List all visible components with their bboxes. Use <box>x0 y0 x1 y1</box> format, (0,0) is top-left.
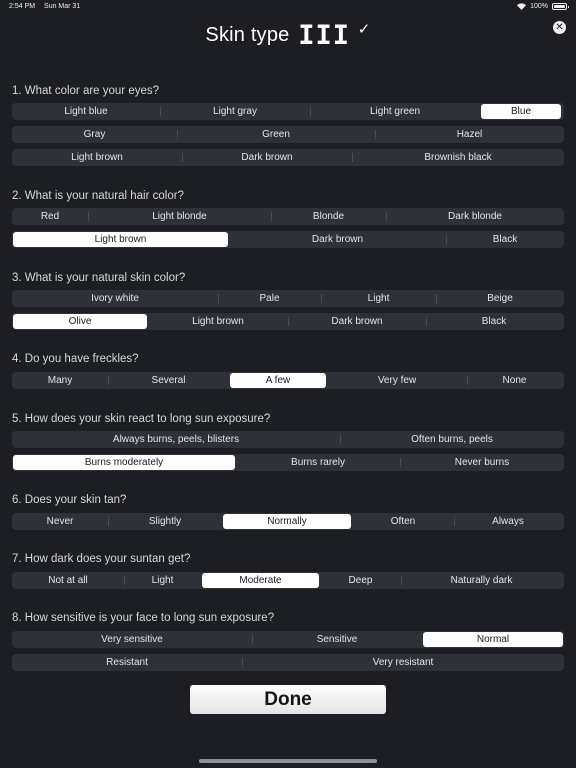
question-title: 7. How dark does your suntan get? <box>12 553 191 565</box>
segmented-control: Not at all Light Moderate Deep Naturally… <box>12 572 564 589</box>
option-very-few[interactable]: Very few <box>327 372 467 389</box>
option-normal[interactable]: Normal <box>423 632 563 647</box>
option-blue[interactable]: Blue <box>481 104 561 119</box>
option-olive[interactable]: Olive <box>13 314 147 329</box>
option-burns-moderately[interactable]: Burns moderately <box>13 455 235 470</box>
option-beige[interactable]: Beige <box>436 290 564 307</box>
option-very-sensitive[interactable]: Very sensitive <box>12 631 252 648</box>
segmented-control: Burns moderately Burns rarely Never burn… <box>12 454 564 471</box>
option-a-few[interactable]: A few <box>230 373 326 388</box>
option-light-blonde[interactable]: Light blonde <box>88 208 271 225</box>
option-gray[interactable]: Gray <box>12 126 177 143</box>
option-light-brown[interactable]: Light brown <box>148 313 288 330</box>
option-light-brown[interactable]: Light brown <box>13 232 228 247</box>
option-light[interactable]: Light <box>321 290 436 307</box>
segmented-control: Olive Light brown Dark brown Black <box>12 313 564 330</box>
battery-icon <box>552 3 569 10</box>
option-always-burns[interactable]: Always burns, peels, blisters <box>12 431 340 448</box>
option-deep[interactable]: Deep <box>320 572 401 589</box>
option-black[interactable]: Black <box>426 313 562 330</box>
page-title: Skin type III ✓ <box>0 20 576 51</box>
option-normally[interactable]: Normally <box>223 514 351 529</box>
option-naturally-dark[interactable]: Naturally dark <box>401 572 562 589</box>
status-left: 2:54 PM Sun Mar 31 <box>9 3 87 10</box>
option-ivory-white[interactable]: Ivory white <box>12 290 218 307</box>
option-very-resistant[interactable]: Very resistant <box>242 654 564 671</box>
question-title: 8. How sensitive is your face to long su… <box>12 612 275 624</box>
status-right: 100% <box>517 3 569 10</box>
segmented-control: Red Light blonde Blonde Dark blonde <box>12 208 564 225</box>
home-indicator[interactable] <box>199 759 377 763</box>
segmented-control: Ivory white Pale Light Beige <box>12 290 564 307</box>
skin-type-value: III <box>298 20 351 51</box>
segmented-control: Very sensitive Sensitive Normal <box>12 631 564 648</box>
option-dark-brown[interactable]: Dark brown <box>229 231 446 248</box>
option-light-gray[interactable]: Light gray <box>160 103 310 120</box>
done-button[interactable]: Done <box>190 685 386 714</box>
question-title: 6. Does your skin tan? <box>12 494 127 506</box>
option-hazel[interactable]: Hazel <box>375 126 564 143</box>
option-blonde[interactable]: Blonde <box>271 208 386 225</box>
option-dark-brown[interactable]: Dark brown <box>288 313 426 330</box>
segmented-control: Gray Green Hazel <box>12 126 564 143</box>
title-label: Skin type <box>205 24 290 46</box>
wifi-icon <box>517 3 527 10</box>
option-not-at-all[interactable]: Not at all <box>12 572 124 589</box>
segmented-control: Light brown Dark brown Brownish black <box>12 149 564 166</box>
option-burns-rarely[interactable]: Burns rarely <box>236 454 400 471</box>
option-resistant[interactable]: Resistant <box>12 654 242 671</box>
option-none[interactable]: None <box>467 372 562 389</box>
question-title: 5. How does your skin react to long sun … <box>12 413 271 425</box>
status-bar: 2:54 PM Sun Mar 31 100% <box>0 0 576 14</box>
option-sensitive[interactable]: Sensitive <box>252 631 422 648</box>
option-always[interactable]: Always <box>454 513 562 530</box>
option-never-burns[interactable]: Never burns <box>400 454 564 471</box>
close-button[interactable]: ✕ <box>553 21 566 34</box>
option-green[interactable]: Green <box>177 126 375 143</box>
checkmark-icon: ✓ <box>357 21 371 38</box>
option-many[interactable]: Many <box>12 372 108 389</box>
option-light-brown[interactable]: Light brown <box>12 149 182 166</box>
option-slightly[interactable]: Slightly <box>108 513 222 530</box>
option-black[interactable]: Black <box>446 231 564 248</box>
question-title: 4. Do you have freckles? <box>12 353 139 365</box>
option-light-blue[interactable]: Light blue <box>12 103 160 120</box>
segmented-control: Resistant Very resistant <box>12 654 564 671</box>
option-light[interactable]: Light <box>124 572 201 589</box>
option-often[interactable]: Often <box>352 513 454 530</box>
option-often-burns[interactable]: Often burns, peels <box>340 431 564 448</box>
option-moderate[interactable]: Moderate <box>202 573 319 588</box>
question-title: 3. What is your natural skin color? <box>12 272 186 284</box>
segmented-control: Many Several A few Very few None <box>12 372 564 389</box>
status-date: Sun Mar 31 <box>44 3 81 10</box>
option-several[interactable]: Several <box>108 372 229 389</box>
option-red[interactable]: Red <box>12 208 88 225</box>
segmented-control: Light brown Dark brown Black <box>12 231 564 248</box>
option-light-green[interactable]: Light green <box>310 103 480 120</box>
option-never[interactable]: Never <box>12 513 108 530</box>
option-brownish-black[interactable]: Brownish black <box>352 149 564 166</box>
question-title: 2. What is your natural hair color? <box>12 190 184 202</box>
segmented-control: Light blue Light gray Light green Blue <box>12 103 564 120</box>
option-dark-brown[interactable]: Dark brown <box>182 149 352 166</box>
question-title: 1. What color are your eyes? <box>12 85 160 97</box>
option-dark-blonde[interactable]: Dark blonde <box>386 208 564 225</box>
battery-percent: 100% <box>530 3 548 10</box>
segmented-control: Never Slightly Normally Often Always <box>12 513 564 530</box>
option-pale[interactable]: Pale <box>218 290 321 307</box>
status-time: 2:54 PM <box>9 3 36 10</box>
segmented-control: Always burns, peels, blisters Often burn… <box>12 431 564 448</box>
